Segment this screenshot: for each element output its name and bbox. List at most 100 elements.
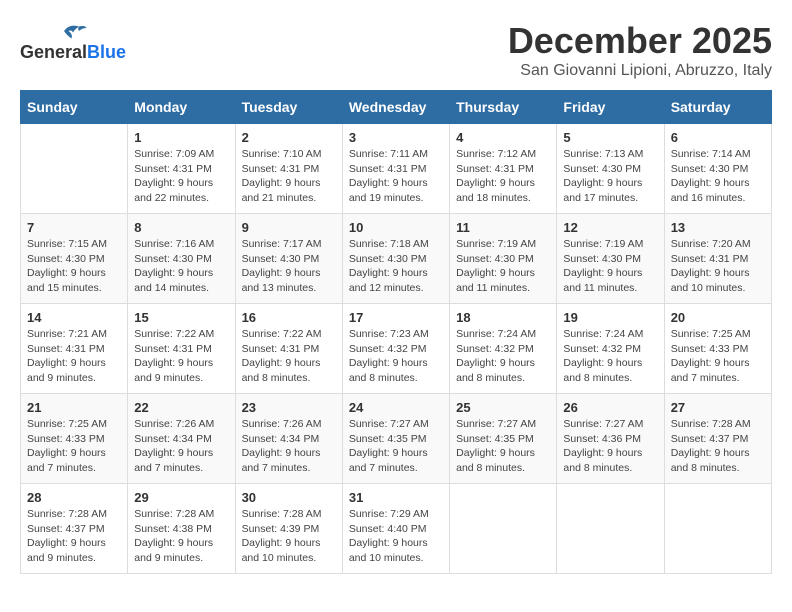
day-number: 8 <box>134 220 228 235</box>
day-number: 19 <box>563 310 657 325</box>
day-number: 31 <box>349 490 443 505</box>
calendar-cell: 18 Sunrise: 7:24 AMSunset: 4:32 PMDaylig… <box>450 304 557 394</box>
header-thursday: Thursday <box>450 91 557 124</box>
day-detail: Sunrise: 7:25 AMSunset: 4:33 PMDaylight:… <box>27 417 121 476</box>
day-number: 26 <box>563 400 657 415</box>
month-title: December 2025 <box>508 20 772 62</box>
day-number: 17 <box>349 310 443 325</box>
day-detail: Sunrise: 7:16 AMSunset: 4:30 PMDaylight:… <box>134 237 228 296</box>
day-detail: Sunrise: 7:22 AMSunset: 4:31 PMDaylight:… <box>242 327 336 386</box>
day-detail: Sunrise: 7:11 AMSunset: 4:31 PMDaylight:… <box>349 147 443 206</box>
calendar-cell: 31 Sunrise: 7:29 AMSunset: 4:40 PMDaylig… <box>342 484 449 574</box>
day-number: 27 <box>671 400 765 415</box>
calendar-cell <box>450 484 557 574</box>
calendar-cell: 12 Sunrise: 7:19 AMSunset: 4:30 PMDaylig… <box>557 214 664 304</box>
day-number: 14 <box>27 310 121 325</box>
day-detail: Sunrise: 7:27 AMSunset: 4:36 PMDaylight:… <box>563 417 657 476</box>
day-detail: Sunrise: 7:28 AMSunset: 4:37 PMDaylight:… <box>27 507 121 566</box>
day-detail: Sunrise: 7:20 AMSunset: 4:31 PMDaylight:… <box>671 237 765 296</box>
calendar-cell: 28 Sunrise: 7:28 AMSunset: 4:37 PMDaylig… <box>21 484 128 574</box>
page-header: General Blue December 2025 San Giovanni … <box>20 20 772 80</box>
calendar-cell: 25 Sunrise: 7:27 AMSunset: 4:35 PMDaylig… <box>450 394 557 484</box>
calendar-cell <box>664 484 771 574</box>
day-detail: Sunrise: 7:15 AMSunset: 4:30 PMDaylight:… <box>27 237 121 296</box>
calendar-cell: 20 Sunrise: 7:25 AMSunset: 4:33 PMDaylig… <box>664 304 771 394</box>
calendar-header-row: SundayMondayTuesdayWednesdayThursdayFrid… <box>21 91 772 124</box>
calendar-cell: 7 Sunrise: 7:15 AMSunset: 4:30 PMDayligh… <box>21 214 128 304</box>
day-number: 23 <box>242 400 336 415</box>
calendar-cell: 5 Sunrise: 7:13 AMSunset: 4:30 PMDayligh… <box>557 124 664 214</box>
day-number: 20 <box>671 310 765 325</box>
calendar-cell: 30 Sunrise: 7:28 AMSunset: 4:39 PMDaylig… <box>235 484 342 574</box>
day-detail: Sunrise: 7:26 AMSunset: 4:34 PMDaylight:… <box>134 417 228 476</box>
day-detail: Sunrise: 7:14 AMSunset: 4:30 PMDaylight:… <box>671 147 765 206</box>
day-number: 6 <box>671 130 765 145</box>
header-sunday: Sunday <box>21 91 128 124</box>
calendar-cell: 2 Sunrise: 7:10 AMSunset: 4:31 PMDayligh… <box>235 124 342 214</box>
logo-general-text: General <box>20 42 87 63</box>
calendar-cell: 23 Sunrise: 7:26 AMSunset: 4:34 PMDaylig… <box>235 394 342 484</box>
day-detail: Sunrise: 7:19 AMSunset: 4:30 PMDaylight:… <box>563 237 657 296</box>
header-monday: Monday <box>128 91 235 124</box>
day-detail: Sunrise: 7:25 AMSunset: 4:33 PMDaylight:… <box>671 327 765 386</box>
day-number: 18 <box>456 310 550 325</box>
calendar-cell: 1 Sunrise: 7:09 AMSunset: 4:31 PMDayligh… <box>128 124 235 214</box>
day-detail: Sunrise: 7:12 AMSunset: 4:31 PMDaylight:… <box>456 147 550 206</box>
day-detail: Sunrise: 7:24 AMSunset: 4:32 PMDaylight:… <box>563 327 657 386</box>
day-detail: Sunrise: 7:19 AMSunset: 4:30 PMDaylight:… <box>456 237 550 296</box>
calendar-cell: 27 Sunrise: 7:28 AMSunset: 4:37 PMDaylig… <box>664 394 771 484</box>
calendar-cell: 11 Sunrise: 7:19 AMSunset: 4:30 PMDaylig… <box>450 214 557 304</box>
calendar-week-0: 1 Sunrise: 7:09 AMSunset: 4:31 PMDayligh… <box>21 124 772 214</box>
day-number: 9 <box>242 220 336 235</box>
day-detail: Sunrise: 7:27 AMSunset: 4:35 PMDaylight:… <box>456 417 550 476</box>
day-detail: Sunrise: 7:13 AMSunset: 4:30 PMDaylight:… <box>563 147 657 206</box>
day-number: 4 <box>456 130 550 145</box>
calendar-cell: 10 Sunrise: 7:18 AMSunset: 4:30 PMDaylig… <box>342 214 449 304</box>
day-detail: Sunrise: 7:10 AMSunset: 4:31 PMDaylight:… <box>242 147 336 206</box>
day-detail: Sunrise: 7:22 AMSunset: 4:31 PMDaylight:… <box>134 327 228 386</box>
calendar-cell: 9 Sunrise: 7:17 AMSunset: 4:30 PMDayligh… <box>235 214 342 304</box>
calendar-cell: 21 Sunrise: 7:25 AMSunset: 4:33 PMDaylig… <box>21 394 128 484</box>
calendar-cell: 15 Sunrise: 7:22 AMSunset: 4:31 PMDaylig… <box>128 304 235 394</box>
day-detail: Sunrise: 7:29 AMSunset: 4:40 PMDaylight:… <box>349 507 443 566</box>
day-detail: Sunrise: 7:17 AMSunset: 4:30 PMDaylight:… <box>242 237 336 296</box>
day-detail: Sunrise: 7:28 AMSunset: 4:38 PMDaylight:… <box>134 507 228 566</box>
day-number: 29 <box>134 490 228 505</box>
header-saturday: Saturday <box>664 91 771 124</box>
day-number: 7 <box>27 220 121 235</box>
day-number: 1 <box>134 130 228 145</box>
calendar-week-2: 14 Sunrise: 7:21 AMSunset: 4:31 PMDaylig… <box>21 304 772 394</box>
logo-bird-icon <box>58 20 88 42</box>
calendar-cell: 19 Sunrise: 7:24 AMSunset: 4:32 PMDaylig… <box>557 304 664 394</box>
day-number: 15 <box>134 310 228 325</box>
day-number: 11 <box>456 220 550 235</box>
calendar-week-4: 28 Sunrise: 7:28 AMSunset: 4:37 PMDaylig… <box>21 484 772 574</box>
day-number: 21 <box>27 400 121 415</box>
calendar-cell: 4 Sunrise: 7:12 AMSunset: 4:31 PMDayligh… <box>450 124 557 214</box>
day-detail: Sunrise: 7:09 AMSunset: 4:31 PMDaylight:… <box>134 147 228 206</box>
calendar-cell <box>557 484 664 574</box>
logo: General Blue <box>20 20 126 63</box>
day-number: 16 <box>242 310 336 325</box>
header-tuesday: Tuesday <box>235 91 342 124</box>
calendar-cell <box>21 124 128 214</box>
day-detail: Sunrise: 7:28 AMSunset: 4:39 PMDaylight:… <box>242 507 336 566</box>
calendar-week-1: 7 Sunrise: 7:15 AMSunset: 4:30 PMDayligh… <box>21 214 772 304</box>
day-number: 3 <box>349 130 443 145</box>
header-friday: Friday <box>557 91 664 124</box>
calendar-cell: 6 Sunrise: 7:14 AMSunset: 4:30 PMDayligh… <box>664 124 771 214</box>
calendar-cell: 22 Sunrise: 7:26 AMSunset: 4:34 PMDaylig… <box>128 394 235 484</box>
calendar-cell: 3 Sunrise: 7:11 AMSunset: 4:31 PMDayligh… <box>342 124 449 214</box>
calendar-week-3: 21 Sunrise: 7:25 AMSunset: 4:33 PMDaylig… <box>21 394 772 484</box>
day-detail: Sunrise: 7:28 AMSunset: 4:37 PMDaylight:… <box>671 417 765 476</box>
day-number: 28 <box>27 490 121 505</box>
day-number: 22 <box>134 400 228 415</box>
day-number: 10 <box>349 220 443 235</box>
calendar-cell: 14 Sunrise: 7:21 AMSunset: 4:31 PMDaylig… <box>21 304 128 394</box>
calendar-cell: 13 Sunrise: 7:20 AMSunset: 4:31 PMDaylig… <box>664 214 771 304</box>
calendar-cell: 8 Sunrise: 7:16 AMSunset: 4:30 PMDayligh… <box>128 214 235 304</box>
day-number: 25 <box>456 400 550 415</box>
calendar-table: SundayMondayTuesdayWednesdayThursdayFrid… <box>20 90 772 574</box>
location-title: San Giovanni Lipioni, Abruzzo, Italy <box>508 62 772 80</box>
day-detail: Sunrise: 7:21 AMSunset: 4:31 PMDaylight:… <box>27 327 121 386</box>
